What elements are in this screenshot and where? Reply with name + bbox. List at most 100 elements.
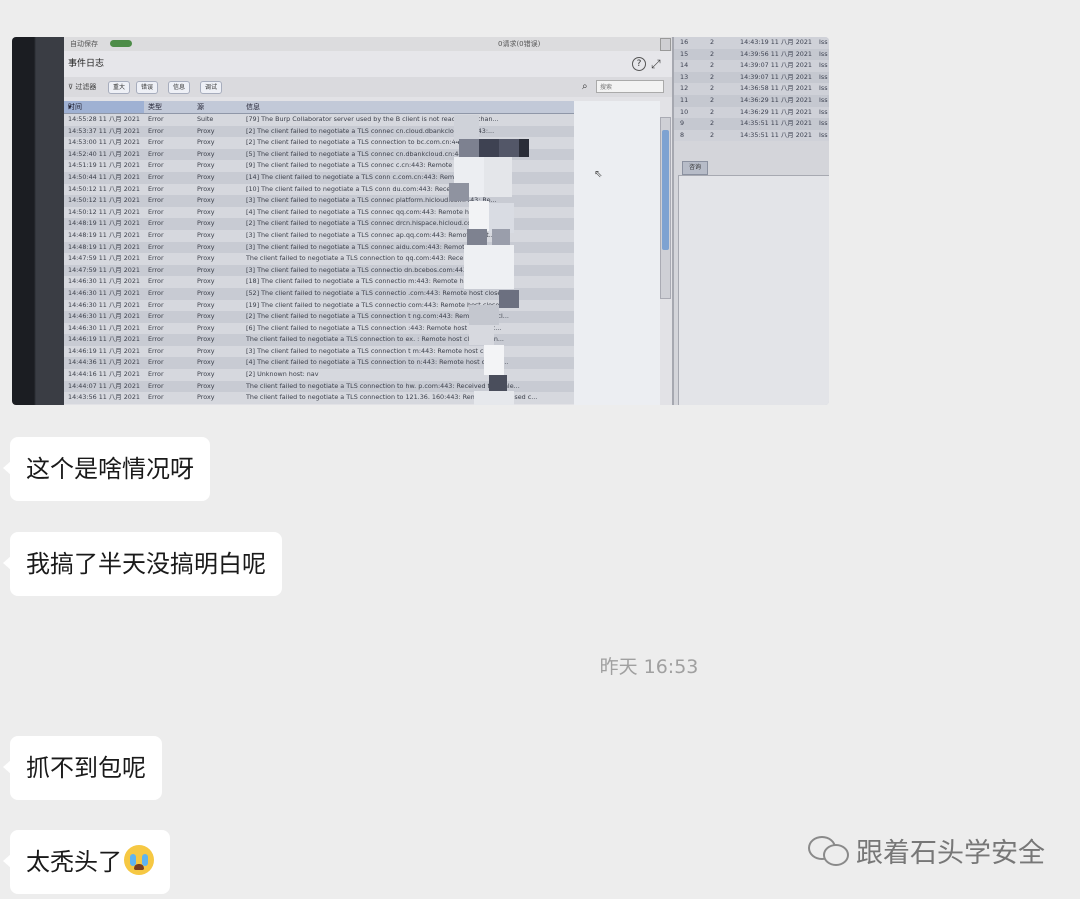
log-source: Proxy [197, 184, 215, 193]
log-source: Proxy [197, 288, 215, 297]
chat-message[interactable]: 抓不到包呢 [3, 736, 162, 800]
issue-count: 2 [710, 119, 715, 128]
log-type: Error [148, 161, 164, 170]
issue-type: Iss [819, 107, 828, 116]
log-source: Proxy [197, 219, 215, 228]
log-time: 14:52:40 11 八月 2021 [68, 149, 140, 158]
issue-time: 14:39:07 11 八月 2021 [740, 61, 812, 70]
log-type: Error [148, 138, 164, 147]
issues-panel: 16 2 14:43:19 11 八月 2021 Iss 15 2 14:39:56 11 … [672, 37, 829, 405]
log-source: Proxy [197, 242, 215, 251]
log-type: Error [148, 126, 164, 135]
log-time: 14:53:37 11 八月 2021 [68, 126, 140, 135]
chat-message[interactable]: 太秃头了 [3, 830, 170, 894]
expand-icon: ⤢ [651, 57, 661, 71]
autosave-toggle [110, 40, 132, 47]
event-log-title: 事件日志 [68, 59, 105, 69]
issue-count: 2 [710, 84, 715, 93]
log-type: Error [148, 196, 164, 205]
log-type: Error [148, 358, 164, 367]
log-source: Proxy [197, 230, 215, 239]
log-time: 14:46:19 11 八月 2021 [68, 346, 140, 355]
issue-row: 11 2 14:36:29 11 八月 2021 Iss [674, 94, 829, 107]
chat-message[interactable]: 这个是啥情况呀 [3, 437, 210, 501]
filter-chip-debug: 调试 [200, 81, 223, 94]
log-time: 14:46:30 11 八月 2021 [68, 300, 140, 309]
filter-label: ⊽ 过滤器 [68, 83, 97, 91]
log-time: 14:51:19 11 八月 2021 [68, 161, 140, 170]
log-source: Proxy [197, 370, 215, 379]
issue-time: 14:36:58 11 八月 2021 [740, 84, 812, 93]
log-time: 14:48:19 11 八月 2021 [68, 230, 140, 239]
log-table-header: 时间 ▾ 类型 源 信息 [64, 101, 574, 114]
autosave-label: 自动保存 [70, 40, 98, 48]
log-time: 14:43:56 11 八月 2021 [68, 393, 140, 402]
watermark: 跟着石头学安全 [808, 832, 1045, 869]
issue-time: 14:43:19 11 八月 2021 [740, 38, 812, 46]
issue-type: Iss [819, 61, 828, 70]
search-input: 搜索 [596, 80, 664, 93]
message-text: 太秃头了 [26, 848, 122, 876]
log-time: 14:48:19 11 八月 2021 [68, 219, 140, 228]
log-type: Error [148, 219, 164, 228]
issue-type: Iss [819, 95, 828, 104]
issue-row: 14 2 14:39:07 11 八月 2021 Iss [674, 60, 829, 72]
log-time: 14:44:36 11 八月 2021 [68, 358, 140, 367]
log-time: 14:46:30 11 八月 2021 [68, 288, 140, 297]
issue-id: 14 [680, 61, 689, 70]
log-type: Error [148, 288, 164, 297]
log-scrollbar-thumb [662, 130, 669, 250]
log-time: 14:47:59 11 八月 2021 [68, 265, 140, 274]
log-time: 14:46:19 11 八月 2021 [68, 335, 140, 344]
log-time: 14:46:30 11 八月 2021 [68, 312, 140, 321]
issue-id: 10 [680, 107, 689, 116]
screenshot-photo-message[interactable]: 自动保存 0请求(0错误) 事件日志 ? ⤢ ⊽ 过滤器 重大 错误 信息 调试… [12, 37, 829, 405]
log-source: Suite [197, 115, 214, 123]
log-source: Proxy [197, 265, 215, 274]
log-source: Proxy [197, 149, 215, 158]
log-type: Error [148, 230, 164, 239]
log-detail-pane [574, 101, 660, 405]
log-time: 14:50:44 11 八月 2021 [68, 172, 140, 181]
log-type: Error [148, 207, 164, 216]
issue-type: Iss [819, 38, 828, 46]
log-source: Proxy [197, 254, 215, 263]
log-time: 14:46:30 11 八月 2021 [68, 277, 140, 286]
issue-row: 8 2 14:35:51 11 八月 2021 Iss [674, 129, 829, 142]
advisory-tab: 咨询 [682, 161, 708, 175]
log-source: Proxy [197, 323, 215, 332]
log-source: Proxy [197, 207, 215, 216]
issue-id: 13 [680, 72, 689, 81]
log-time: 14:48:19 11 八月 2021 [68, 242, 140, 251]
log-type: Error [148, 265, 164, 274]
mosaic-redaction [424, 115, 529, 405]
issue-row: 13 2 14:39:07 11 八月 2021 Iss [674, 71, 829, 84]
issue-row: 16 2 14:43:19 11 八月 2021 Iss [674, 37, 829, 49]
issue-type: Iss [819, 84, 828, 93]
issue-type: Iss [819, 119, 828, 128]
log-type: Error [148, 323, 164, 332]
issue-time: 14:36:29 11 八月 2021 [740, 95, 812, 104]
log-source: Proxy [197, 277, 215, 286]
log-time: 14:50:12 11 八月 2021 [68, 207, 140, 216]
log-time: 14:50:12 11 八月 2021 [68, 196, 140, 205]
column-time: 时间 ▾ [64, 101, 144, 113]
burp-window-photo: 自动保存 0请求(0错误) 事件日志 ? ⤢ ⊽ 过滤器 重大 错误 信息 调试… [64, 37, 829, 405]
log-type: Error [148, 115, 164, 123]
advisory-body [678, 175, 829, 405]
log-source: Proxy [197, 358, 215, 367]
issue-count: 2 [710, 130, 715, 139]
log-source: Proxy [197, 335, 215, 344]
issue-type: Iss [819, 130, 828, 139]
issue-row: 9 2 14:35:51 11 八月 2021 Iss [674, 118, 829, 130]
log-source: Proxy [197, 300, 215, 309]
top-scroll-button [660, 38, 671, 51]
column-type: 类型 [148, 103, 162, 111]
chat-timestamp: 昨天 16:53 [599, 656, 699, 678]
chat-message[interactable]: 我搞了半天没搞明白呢 [3, 532, 282, 596]
issue-type: Iss [819, 72, 828, 81]
log-source: Proxy [197, 138, 215, 147]
log-type: Error [148, 149, 164, 158]
issue-row: 10 2 14:36:29 11 八月 2021 Iss [674, 106, 829, 119]
help-icon: ? [632, 57, 646, 71]
